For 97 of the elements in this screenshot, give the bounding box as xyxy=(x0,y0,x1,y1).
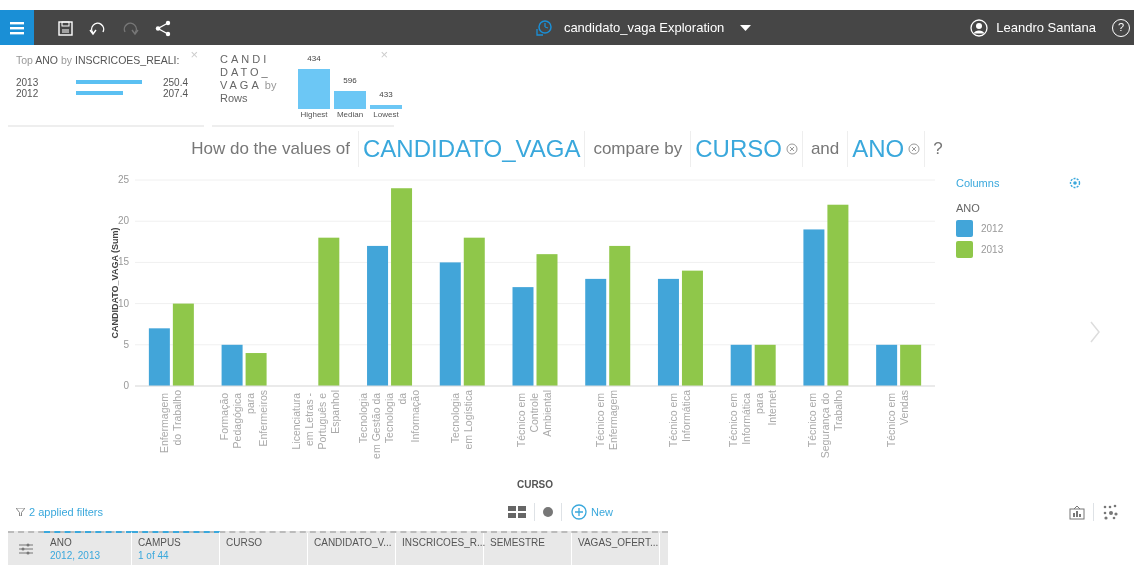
row-label: 2013 xyxy=(16,76,40,88)
field-item[interactable]: SEMESTRE xyxy=(484,533,572,565)
axis-tick: 15 xyxy=(117,256,129,268)
bar[interactable] xyxy=(172,303,194,386)
bar[interactable] xyxy=(245,353,267,386)
axis-label: Técnico em Enfermagem xyxy=(594,390,620,451)
bar-label: Highest xyxy=(300,109,328,121)
bar[interactable] xyxy=(876,344,898,386)
axis-title: CURSO xyxy=(516,479,554,490)
bar[interactable] xyxy=(439,262,461,386)
remove-icon[interactable] xyxy=(908,143,921,155)
row-label: 2012 xyxy=(16,87,40,99)
bar[interactable] xyxy=(900,344,922,386)
title-dropdown[interactable]: candidato_vaga Exploration xyxy=(559,10,756,45)
axis-tick: 25 xyxy=(117,174,129,185)
bar[interactable] xyxy=(463,237,485,386)
field-item[interactable]: VAGAS_OFERT... xyxy=(572,533,660,565)
axis-title: CANDIDATO_VAGA (Sum) xyxy=(110,227,120,339)
menu-button[interactable] xyxy=(0,10,34,45)
card-title: Rows xyxy=(220,92,249,105)
bar xyxy=(370,105,402,109)
bar xyxy=(76,91,124,96)
bar xyxy=(334,91,366,109)
axis-label: Tecnologia em Gestão da Tecnologia da Informação xyxy=(356,390,421,459)
row-value: 207.4 xyxy=(162,87,188,99)
bar[interactable] xyxy=(827,204,849,386)
bar[interactable] xyxy=(391,188,413,386)
axis-tick: 20 xyxy=(117,215,129,227)
grid-icon[interactable] xyxy=(508,506,526,518)
field-item[interactable]: CAMPUS 1 of 44 xyxy=(132,531,220,565)
card-title: DATO_ xyxy=(220,66,271,79)
field-item[interactable]: ANO 2012, 2013 xyxy=(44,531,132,565)
legend-label: 2012 xyxy=(981,222,1004,236)
undo-icon xyxy=(89,20,106,37)
bar[interactable] xyxy=(609,245,631,386)
bar[interactable] xyxy=(148,328,170,386)
question-text: compare by xyxy=(593,138,683,161)
bar[interactable] xyxy=(512,287,534,386)
card-title: by xyxy=(264,79,277,91)
question-text: and xyxy=(810,138,840,161)
row-value: 250.4 xyxy=(162,76,188,88)
exploration-icon xyxy=(535,19,552,36)
filter-icon xyxy=(16,508,25,516)
bar[interactable] xyxy=(803,229,825,386)
settings-icon[interactable] xyxy=(1069,177,1081,190)
caret-icon xyxy=(740,24,752,31)
axis-label: Técnico em Informática para Internet xyxy=(726,390,778,448)
field-item[interactable]: INSCRICOES_R... xyxy=(396,533,484,565)
bar xyxy=(298,69,330,109)
axis-label: Enfermagem do Trabalho xyxy=(157,390,183,454)
chart-icon[interactable] xyxy=(1069,504,1085,520)
bar[interactable] xyxy=(585,278,607,386)
bar xyxy=(76,80,142,85)
axis-label: Formação Pedagógica para Enfermeiros xyxy=(217,390,269,449)
legend-label: 2013 xyxy=(981,243,1004,257)
menu-icon xyxy=(10,19,24,36)
question-text: ? xyxy=(933,138,943,161)
share-icon xyxy=(155,19,171,37)
question-text: How do the values of xyxy=(191,138,350,161)
axis-tick: 0 xyxy=(123,380,129,391)
axis-label: Técnico em Vendas xyxy=(885,390,911,448)
bar-label: Lowest xyxy=(373,109,399,121)
save-icon xyxy=(58,20,73,36)
bar-value: 433 xyxy=(379,89,393,101)
user-menu[interactable]: Leandro Santana xyxy=(962,10,1104,45)
field-item[interactable]: CURSO xyxy=(220,533,308,565)
bar-value: 434 xyxy=(307,53,321,65)
axis-label: Técnico em Informática xyxy=(666,390,692,448)
chevron-right-icon[interactable] xyxy=(1090,321,1100,343)
bar[interactable] xyxy=(754,344,776,386)
dots-icon[interactable] xyxy=(1102,504,1118,520)
bar[interactable] xyxy=(536,254,558,386)
card-title: VAGA xyxy=(220,79,262,91)
axis-label: Técnico em Controle Ambiental xyxy=(515,390,553,448)
remove-icon[interactable] xyxy=(785,143,798,155)
axis-label: Licenciatura em Letras - Português e Espanhol xyxy=(290,390,342,450)
sliders-icon[interactable] xyxy=(19,543,33,555)
bar[interactable] xyxy=(657,278,679,386)
plus-icon xyxy=(571,504,587,520)
bar[interactable] xyxy=(221,344,243,386)
axis-label: Técnico em Segurança do Trabalho xyxy=(805,390,844,459)
bar-value: 596 xyxy=(343,75,357,87)
bar[interactable] xyxy=(367,245,389,386)
legend-heading: ANO xyxy=(956,200,981,216)
axis-label: Tecnologia em Logística xyxy=(448,390,474,450)
bar[interactable] xyxy=(318,237,340,386)
field-item[interactable]: CANDIDATO_V... xyxy=(308,533,396,565)
user-icon xyxy=(970,18,989,37)
axis-tick: 10 xyxy=(117,297,129,309)
redo-icon xyxy=(122,20,139,37)
card-title: CANDI xyxy=(220,53,270,66)
card-title: Top ANO by INSCRICOES_REALI: xyxy=(16,53,181,68)
bar[interactable] xyxy=(681,270,703,386)
bar-label: Median xyxy=(336,109,364,121)
axis-tick: 5 xyxy=(123,338,129,350)
dot-icon[interactable] xyxy=(543,507,553,517)
bar[interactable] xyxy=(730,344,752,386)
